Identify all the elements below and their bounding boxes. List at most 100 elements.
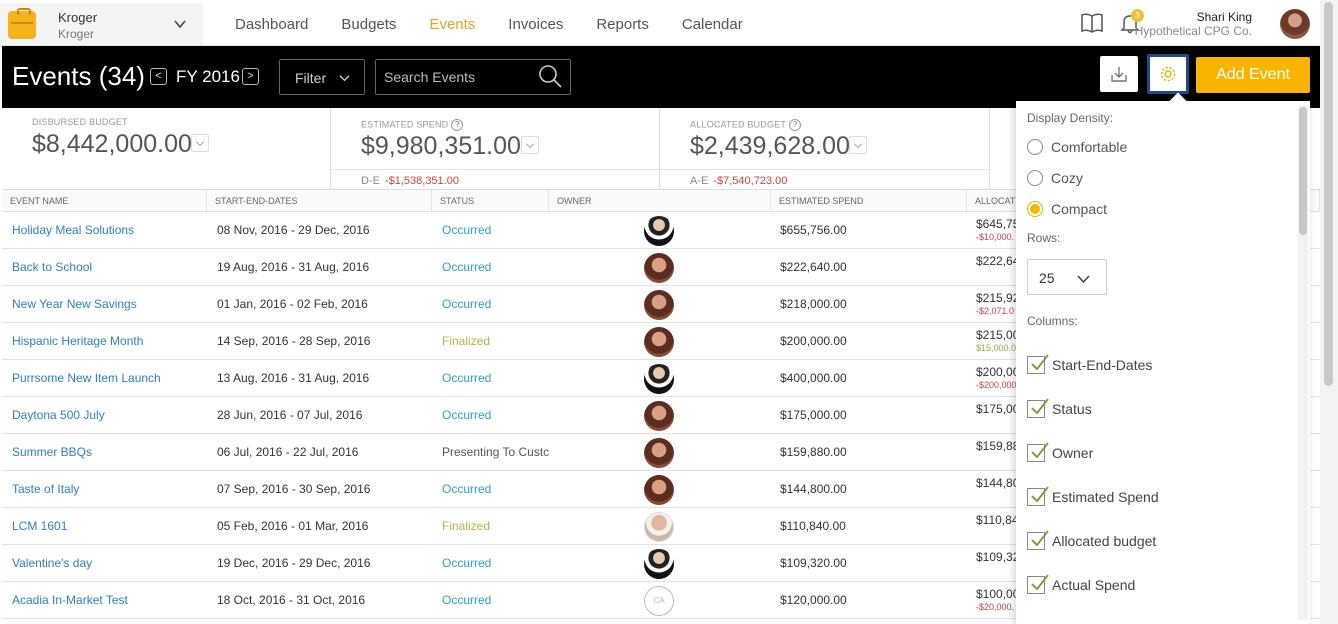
- event-status: Occurred: [442, 408, 492, 422]
- owner-avatar[interactable]: [644, 290, 674, 320]
- check-icon: [1031, 530, 1049, 547]
- column-option-label[interactable]: Status: [1052, 401, 1092, 417]
- panel-scrollbar[interactable]: [1298, 105, 1308, 620]
- fy-prev-button[interactable]: <: [150, 68, 167, 85]
- col-estimated-spend[interactable]: Estimated Spend: [771, 190, 967, 212]
- allocated-amount: $144,80: [976, 476, 1020, 490]
- column-checkbox[interactable]: [1027, 574, 1049, 594]
- columns-label: Columns:: [1027, 314, 1078, 328]
- help-icon[interactable]: ?: [451, 119, 464, 131]
- event-name-link[interactable]: Daytona 500 July: [12, 397, 207, 434]
- col-owner[interactable]: Owner: [549, 190, 771, 212]
- settings-button[interactable]: [1147, 54, 1189, 94]
- allocated-amount: $215,92: [976, 291, 1020, 305]
- owner-avatar[interactable]: [644, 475, 674, 505]
- user-avatar[interactable]: [1280, 9, 1310, 39]
- book-icon[interactable]: [1080, 12, 1104, 34]
- allocated-amount: $215,00: [976, 328, 1020, 342]
- column-checkbox[interactable]: [1027, 354, 1049, 374]
- owner-avatar[interactable]: [644, 549, 674, 579]
- chevron-down-icon[interactable]: [174, 18, 186, 30]
- event-name-link[interactable]: Back to School: [12, 249, 207, 286]
- account-name: Kroger: [58, 10, 98, 25]
- column-checkbox[interactable]: [1027, 530, 1049, 550]
- filter-button[interactable]: Filter: [279, 59, 365, 95]
- density-compact-label[interactable]: Compact: [1051, 201, 1107, 217]
- radio-comfortable[interactable]: [1027, 139, 1043, 155]
- disbursed-budget-card: Disbursed Budget $8,442,000.00: [2, 108, 331, 190]
- owner-avatar[interactable]: [644, 401, 674, 431]
- nav-calendar[interactable]: Calendar: [682, 16, 743, 33]
- check-icon: [1031, 574, 1049, 591]
- event-name-link[interactable]: Acadia In-Market Test: [12, 582, 207, 619]
- column-checkbox[interactable]: [1027, 442, 1049, 462]
- check-icon: [1031, 398, 1049, 415]
- column-option-label[interactable]: Estimated Spend: [1052, 489, 1159, 505]
- column-option-label[interactable]: Owner: [1052, 445, 1093, 461]
- owner-avatar[interactable]: CA: [644, 586, 674, 616]
- fy-next-button[interactable]: >: [242, 68, 259, 85]
- event-name-link[interactable]: New Year New Savings: [12, 286, 207, 323]
- owner-avatar[interactable]: [644, 512, 674, 542]
- allocated-dropdown[interactable]: [849, 136, 867, 154]
- user-name[interactable]: Shari King: [1197, 10, 1252, 24]
- column-option-label[interactable]: Start-End-Dates: [1052, 357, 1152, 373]
- disbursed-dropdown[interactable]: [191, 134, 209, 152]
- column-checkbox[interactable]: [1027, 398, 1049, 418]
- density-cozy-label[interactable]: Cozy: [1051, 170, 1083, 186]
- event-name-link[interactable]: LCM 1601: [12, 508, 207, 545]
- allocated-budget-label-wrap: Allocated Budget?: [690, 119, 802, 131]
- help-icon[interactable]: ?: [789, 119, 802, 131]
- column-checkbox[interactable]: [1027, 486, 1049, 506]
- column-option-label[interactable]: Actual Spend: [1052, 577, 1135, 593]
- rows-select[interactable]: 25: [1027, 259, 1107, 295]
- nav-dashboard[interactable]: Dashboard: [235, 16, 308, 33]
- event-name-link[interactable]: Purrsome New Item Launch: [12, 360, 207, 397]
- estimated-dropdown[interactable]: [521, 136, 539, 154]
- owner-avatar[interactable]: [644, 216, 674, 246]
- nav-invoices[interactable]: Invoices: [508, 16, 563, 33]
- gear-icon: [1160, 66, 1176, 82]
- event-status: Occurred: [442, 371, 492, 385]
- event-name-link[interactable]: Valentine's day: [12, 545, 207, 582]
- chevron-down-icon: [1077, 275, 1090, 284]
- allocated-amount: $200,00: [976, 365, 1020, 379]
- nav-reports[interactable]: Reports: [596, 16, 649, 33]
- event-dates: 07 Sep, 2016 - 30 Sep, 2016: [217, 482, 371, 496]
- rows-value: 25: [1039, 270, 1055, 286]
- owner-avatar[interactable]: [644, 364, 674, 394]
- account-switcher[interactable]: Kroger Kroger: [0, 3, 203, 45]
- col-event-name[interactable]: Event Name: [2, 190, 207, 212]
- owner-avatar[interactable]: [644, 253, 674, 283]
- check-icon: [1031, 354, 1049, 371]
- window-scrollbar[interactable]: [1320, 0, 1338, 624]
- radio-compact[interactable]: [1027, 201, 1043, 217]
- col-status[interactable]: Status: [432, 190, 549, 212]
- add-event-button[interactable]: Add Event: [1196, 57, 1310, 93]
- density-label: Display Density:: [1027, 111, 1114, 125]
- radio-cozy[interactable]: [1027, 170, 1043, 186]
- download-button[interactable]: [1100, 56, 1138, 92]
- density-comfortable-label[interactable]: Comfortable: [1051, 139, 1127, 155]
- event-dates: 08 Nov, 2016 - 29 Dec, 2016: [217, 223, 370, 237]
- nav-events[interactable]: Events: [429, 16, 475, 33]
- search-icon[interactable]: [538, 64, 562, 88]
- check-icon: [1031, 442, 1049, 459]
- col-dates[interactable]: Start-End-Dates: [207, 190, 432, 212]
- estimated-spend: $144,800.00: [780, 482, 847, 496]
- owner-avatar[interactable]: [644, 327, 674, 357]
- estimated-spend-label-wrap: Estimated Spend?: [361, 119, 464, 131]
- owner-avatar[interactable]: [644, 438, 674, 468]
- column-option-label[interactable]: Allocated budget: [1052, 533, 1156, 549]
- event-name-link[interactable]: Taste of Italy: [12, 471, 207, 508]
- estimated-spend: $222,640.00: [780, 260, 847, 274]
- event-status: Occurred: [442, 593, 492, 607]
- event-name-link[interactable]: Hispanic Heritage Month: [12, 323, 207, 360]
- event-name-link[interactable]: Holiday Meal Solutions: [12, 212, 207, 249]
- allocated-amount: $100,00: [976, 587, 1020, 601]
- nav-budgets[interactable]: Budgets: [341, 16, 396, 33]
- event-name-link[interactable]: Summer BBQs: [12, 434, 207, 471]
- page-header: Events (34) < FY 2016 > Filter Add Event: [2, 46, 1320, 108]
- allocated-diff: A-E -$7,540,723.00: [660, 169, 990, 190]
- event-status: Finalized: [442, 334, 491, 348]
